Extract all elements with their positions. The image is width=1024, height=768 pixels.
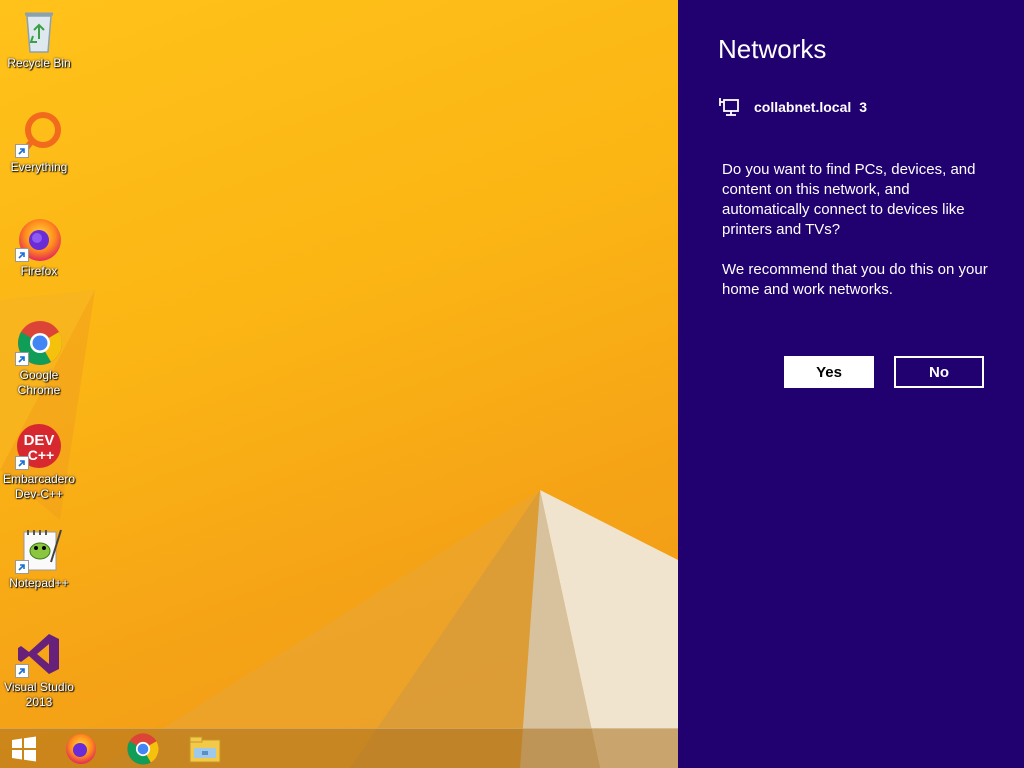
shortcut-arrow-icon [15,456,29,470]
desktop-icon-recycle-bin[interactable]: Recycle Bin [0,6,78,71]
network-discovery-question: Do you want to find PCs, devices, and co… [722,161,976,238]
networks-pane: Networks collabnet.local 3 Do you want t… [678,0,1024,768]
visual-studio-icon [15,630,63,678]
label-line: Google [19,368,59,382]
desktop-icon-label: Recycle Bin [7,56,71,70]
pane-title: Networks [718,34,827,64]
network-item[interactable]: collabnet.local 3 [718,94,867,120]
wired-network-icon [719,98,739,116]
notepadpp-icon [15,526,63,574]
taskbar-chrome[interactable] [119,729,167,768]
chrome-icon [15,318,63,366]
yes-button[interactable]: Yes [784,356,874,388]
desktop-icon-firefox[interactable]: Firefox [0,214,78,279]
devcpp-icon: DEV C++ [15,422,63,470]
label-line: Visual Studio [4,680,74,694]
firefox-icon [15,214,63,262]
firefox-icon [66,734,96,764]
shortcut-arrow-icon [15,560,29,574]
desktop-icon-label: Notepad++ [9,576,69,590]
shortcut-arrow-icon [15,352,29,366]
label-line: Chrome [17,383,61,397]
shortcut-arrow-icon [15,248,29,262]
wallpaper [0,290,678,768]
label-line: Embarcadero [2,472,76,486]
devcpp-glyph-sub: C++ [28,447,54,463]
desktop-icon-chrome[interactable]: Google Chrome [0,318,78,398]
no-button[interactable]: No [894,356,984,388]
desktop-icon-everything[interactable]: Everything [0,110,78,175]
desktop-icon-label: Firefox [20,264,58,278]
taskbar-file-explorer[interactable] [181,729,229,768]
taskbar [0,728,678,768]
start-button[interactable] [0,729,48,768]
file-explorer-icon [189,736,221,763]
desktop-icon-label: Visual Studio 2013 [0,680,78,710]
shortcut-arrow-icon [15,144,29,158]
desktop-icon-visual-studio[interactable]: Visual Studio 2013 [0,630,78,710]
chrome-icon [127,733,159,765]
taskbar-firefox[interactable] [57,729,105,768]
start-icon [12,736,36,762]
desktop-icon-label: Embarcadero Dev-C++ [0,472,78,502]
everything-search-icon [15,110,63,158]
recycle-bin-icon [15,6,63,54]
desktop-icon-label: Google Chrome [0,368,78,398]
label-line: Dev-C++ [14,487,64,501]
network-number: 3 [859,99,868,115]
shortcut-arrow-icon [15,664,29,678]
network-recommendation: We recommend that you do this on your ho… [722,261,988,298]
label-line: 2013 [25,695,53,709]
desktop[interactable]: Recycle Bin Everything Firefox Google Ch… [0,0,678,768]
network-name: collabnet.local [754,99,852,115]
desktop-icon-devcpp[interactable]: DEV C++ Embarcadero Dev-C++ [0,422,78,502]
desktop-icon-label: Everything [10,160,68,174]
desktop-icon-notepadpp[interactable]: Notepad++ [0,526,78,591]
